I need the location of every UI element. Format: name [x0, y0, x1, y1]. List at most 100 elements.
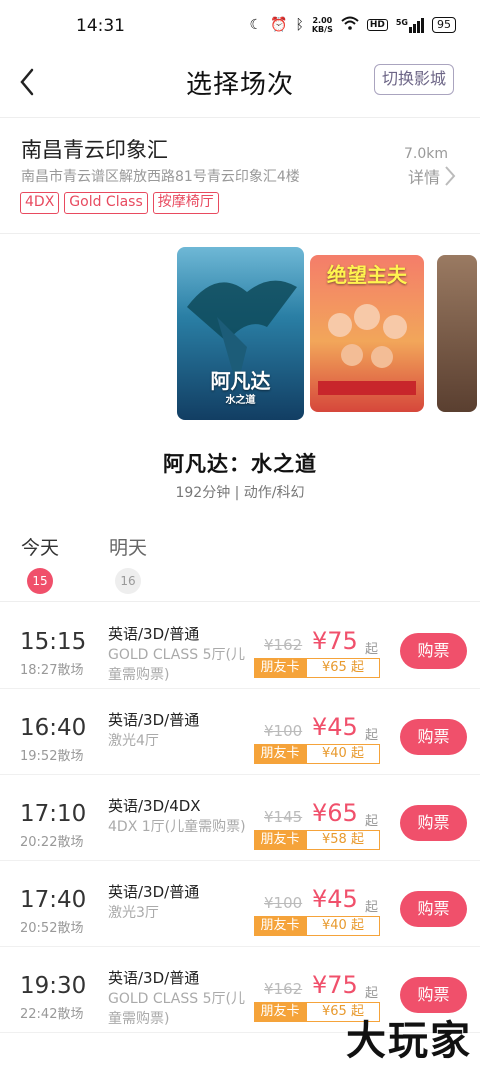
poster-item[interactable] — [437, 255, 477, 412]
cinema-distance: 7.0km — [403, 146, 448, 162]
member-price: ¥40 起 — [306, 916, 380, 936]
language-format: 英语/3D/普通 — [108, 625, 200, 643]
language-format: 英语/3D/普通 — [108, 711, 200, 729]
movie-meta: 192分钟 | 动作/科幻 — [175, 485, 305, 501]
member-card-label: 朋友卡 — [254, 744, 306, 764]
original-price: ¥100 — [264, 722, 303, 740]
wifi-icon — [341, 16, 359, 34]
tab-today[interactable]: 今天 15 — [21, 533, 59, 594]
detail-label: 详情 — [407, 168, 440, 187]
language-format: 英语/3D/普通 — [108, 883, 200, 901]
hd-icon: HD — [366, 19, 388, 31]
member-price-badge: 朋友卡 ¥65 起 — [254, 658, 380, 678]
member-price-badge: 朋友卡 ¥58 起 — [254, 830, 380, 850]
member-card-label: 朋友卡 — [254, 916, 306, 936]
original-price: ¥145 — [264, 808, 303, 826]
member-price-badge: 朋友卡 ¥40 起 — [254, 744, 380, 764]
date-tab-label: 今天 — [21, 537, 60, 559]
price: ¥45 — [312, 885, 358, 913]
signal-icon: 5G — [395, 17, 424, 33]
poster-title: 阿凡达 — [210, 369, 271, 393]
buy-ticket-button[interactable]: 购票 — [400, 805, 467, 841]
start-time: 19:30 — [20, 973, 87, 999]
network-speed-unit: KB/S — [311, 25, 333, 34]
switch-cinema-button[interactable]: 切换影城 — [373, 64, 454, 95]
price-suffix: 起 — [365, 728, 379, 743]
cinema-tag: 按摩椅厅 — [152, 192, 219, 214]
signal-label: 5G — [395, 17, 408, 27]
poster-carousel[interactable]: 阿凡达 水之道 绝望主夫 — [0, 234, 480, 434]
moon-icon: ☾ — [249, 17, 263, 33]
bluetooth-icon: ᛒ — [295, 17, 304, 33]
hall-name: 激光4厅 — [108, 733, 159, 749]
cinema-tags: 4DX Gold Class 按摩椅厅 — [20, 192, 219, 214]
tab-tomorrow[interactable]: 明天 16 — [109, 533, 147, 594]
alarm-icon: ⏰ — [270, 17, 288, 33]
network-speed: 2.00 KB/S — [312, 16, 333, 34]
hall-name: 4DX 1厅(儿童需购票) — [108, 819, 246, 835]
showtime-row[interactable]: 17:40 20:52散场 英语/3D/普通 激光3厅 ¥100 ¥45 起 朋… — [0, 861, 480, 947]
start-time: 16:40 — [20, 715, 87, 741]
poster-selected[interactable]: 阿凡达 水之道 — [177, 247, 304, 420]
cinema-name: 南昌青云印象汇 — [21, 138, 168, 162]
original-price: ¥100 — [264, 894, 303, 912]
hall-name: GOLD CLASS 5厅(儿童需购票) — [108, 647, 245, 683]
price: ¥75 — [312, 971, 358, 999]
showtime-row[interactable]: 15:15 18:27散场 英语/3D/普通 GOLD CLASS 5厅(儿童需… — [0, 603, 480, 689]
member-price-badge: 朋友卡 ¥40 起 — [254, 916, 380, 936]
date-badge: 16 — [115, 568, 141, 594]
price-suffix: 起 — [365, 814, 379, 829]
cinema-detail-link[interactable]: 详情 — [408, 164, 456, 188]
date-badge: 15 — [27, 568, 53, 594]
hall-name: GOLD CLASS 5厅(儿童需购票) — [108, 991, 245, 1027]
original-price: ¥162 — [264, 980, 303, 998]
date-tabs: 今天 15 明天 16 — [0, 527, 480, 602]
original-price: ¥162 — [264, 636, 303, 654]
watermark: 大玩家 — [346, 1018, 472, 1064]
language-format: 英语/3D/4DX — [108, 797, 201, 815]
price-suffix: 起 — [365, 900, 379, 915]
date-tab-label: 明天 — [109, 537, 148, 559]
end-time: 19:52散场 — [20, 749, 84, 764]
buy-ticket-button[interactable]: 购票 — [400, 633, 467, 669]
end-time: 18:27散场 — [20, 663, 84, 678]
movie-info: 阿凡达：水之道 192分钟 | 动作/科幻 — [0, 448, 480, 502]
member-card-label: 朋友卡 — [254, 830, 306, 850]
member-card-label: 朋友卡 — [254, 658, 306, 678]
price-suffix: 起 — [365, 642, 379, 657]
member-price: ¥58 起 — [306, 830, 380, 850]
status-time: 14:31 — [76, 16, 125, 36]
end-time: 20:22散场 — [20, 835, 84, 850]
poster-item[interactable]: 绝望主夫 — [310, 255, 424, 412]
price: ¥65 — [312, 799, 358, 827]
price: ¥75 — [312, 627, 358, 655]
cinema-tag: 4DX — [20, 192, 60, 214]
poster-subtitle: 水之道 — [225, 395, 256, 406]
end-time: 20:52散场 — [20, 921, 84, 936]
start-time: 17:10 — [20, 801, 87, 827]
showtime-row[interactable]: 17:10 20:22散场 英语/3D/4DX 4DX 1厅(儿童需购票) ¥1… — [0, 775, 480, 861]
showtime-row[interactable]: 16:40 19:52散场 英语/3D/普通 激光4厅 ¥100 ¥45 起 朋… — [0, 689, 480, 775]
poster-title: 绝望主夫 — [327, 263, 407, 287]
language-format: 英语/3D/普通 — [108, 969, 200, 987]
cinema-tag: Gold Class — [64, 192, 148, 214]
network-speed-value: 2.00 — [312, 16, 333, 25]
status-bar: 14:31 ☾ ⏰ ᛒ 2.00 KB/S HD 5G 95 — [0, 0, 480, 56]
price: ¥45 — [312, 713, 358, 741]
movie-title: 阿凡达：水之道 — [163, 452, 317, 476]
start-time: 17:40 — [20, 887, 87, 913]
start-time: 15:15 — [20, 629, 87, 655]
chevron-right-icon — [445, 166, 456, 186]
cinema-info: 南昌青云印象汇 南昌市青云谱区解放西路81号青云印象汇4楼 4DX Gold C… — [0, 118, 480, 234]
buy-ticket-button[interactable]: 购票 — [400, 891, 467, 927]
nav-bar: 选择场次 切换影城 — [0, 56, 480, 118]
member-price: ¥65 起 — [306, 658, 380, 678]
status-icons: ☾ ⏰ ᛒ 2.00 KB/S HD 5G 95 — [249, 16, 456, 34]
price-suffix: 起 — [365, 986, 379, 1001]
member-price: ¥40 起 — [306, 744, 380, 764]
showtime-list: 15:15 18:27散场 英语/3D/普通 GOLD CLASS 5厅(儿童需… — [0, 603, 480, 1033]
buy-ticket-button[interactable]: 购票 — [400, 719, 467, 755]
member-card-label: 朋友卡 — [254, 1002, 306, 1022]
cinema-address: 南昌市青云谱区解放西路81号青云印象汇4楼 — [21, 169, 300, 185]
hall-name: 激光3厅 — [108, 905, 159, 921]
